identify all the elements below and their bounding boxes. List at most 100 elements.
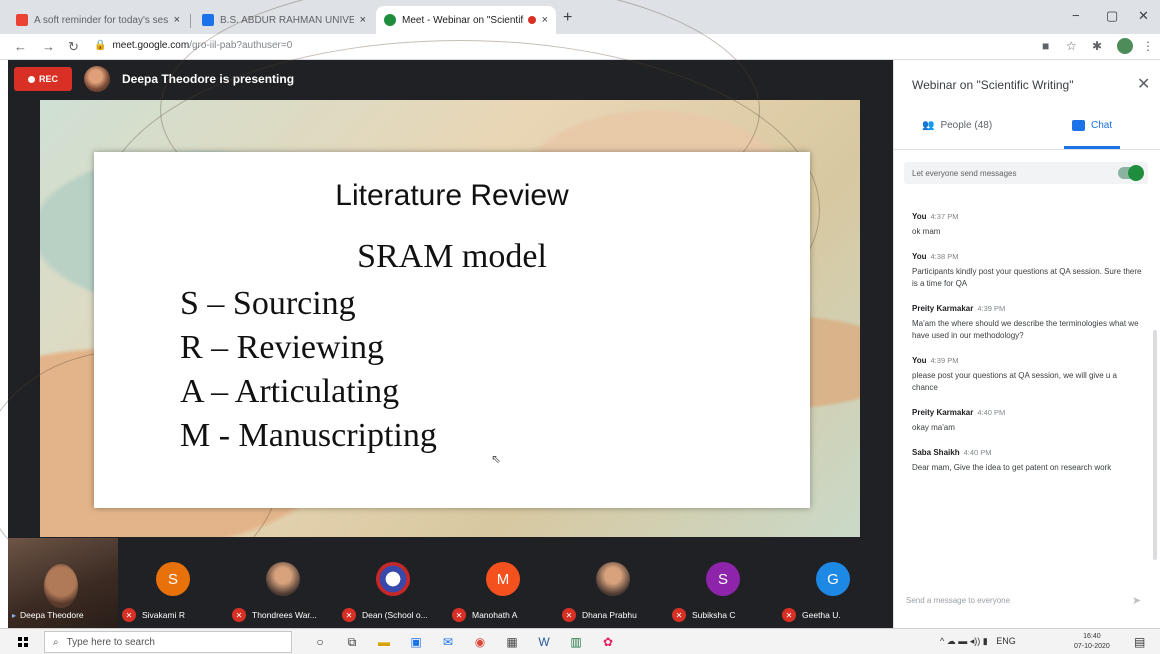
extensions-icon[interactable]: ✱ — [1092, 39, 1102, 53]
store-icon[interactable]: ▣ — [408, 634, 424, 650]
participant-name: Subiksha C — [692, 610, 736, 620]
message-time: 4:39 PM — [930, 356, 959, 365]
close-icon[interactable]: × — [174, 14, 180, 26]
chat-scrollbar[interactable] — [1153, 330, 1157, 560]
meeting-title: Webinar on "Scientific Writing" — [912, 78, 1074, 92]
slide-item: R – Reviewing — [180, 329, 384, 366]
forward-icon[interactable]: → — [42, 39, 55, 54]
participant-tile[interactable]: ✕ Dhana Prabhu — [558, 538, 668, 628]
mail-icon[interactable]: ✉ — [440, 634, 456, 650]
clock-time: 16:40 — [1083, 633, 1101, 640]
message-text: okay ma'am — [912, 423, 955, 432]
bookmark-star-icon[interactable]: ☆ — [1066, 39, 1077, 53]
mic-off-icon: ✕ — [232, 608, 246, 622]
maximize-button[interactable]: ▢ — [1106, 8, 1118, 24]
message-time: 4:37 PM — [930, 212, 959, 221]
mic-off-icon: ✕ — [452, 608, 466, 622]
message-time: 4:39 PM — [977, 304, 1006, 313]
participant-label: ✕ Dean (School o... — [338, 606, 448, 624]
chat-messages: You 4:37 PM ok mam You 4:38 PM Participant… — [912, 212, 1142, 488]
chat-message: You 4:38 PM Participants kindly post your… — [912, 252, 1142, 290]
participant-tile[interactable]: S ✕ Sivakami R — [118, 538, 228, 628]
chrome-icon[interactable]: ◉ — [472, 634, 488, 650]
chat-message: Preity Karmakar 4:39 PM Ma'am the where s… — [912, 304, 1142, 342]
participant-name: Deepa Theodore — [20, 610, 84, 620]
slide-item: S – Sourcing — [180, 285, 356, 322]
mic-off-icon: ✕ — [342, 608, 356, 622]
mic-off-icon: ✕ — [562, 608, 576, 622]
chat-panel: Webinar on "Scientific Writing" ✕ 👥 Peopl… — [893, 60, 1160, 628]
participant-avatar: S — [706, 562, 740, 596]
participant-label: ✕ Manohath A — [448, 606, 558, 624]
taskbar-search-input[interactable]: ⌕ Type here to search — [44, 631, 292, 653]
tray-icons: ^ ☁ ▬ ◂)) ▮ — [940, 636, 988, 646]
participant-label: ✕ Sivakami R — [118, 606, 228, 624]
menu-icon[interactable]: ⋮ — [1142, 39, 1154, 53]
message-text: please post your questions at QA session… — [912, 371, 1117, 392]
participant-name: Dhana Prabhu — [582, 610, 637, 620]
participant-tile[interactable]: ✕ Dean (School o... — [338, 538, 448, 628]
toggle-knob — [1128, 165, 1144, 181]
language-indicator: ENG — [996, 636, 1016, 646]
participant-name: Manohath A — [472, 610, 518, 620]
participant-tile[interactable]: M ✕ Manohath A — [448, 538, 558, 628]
slide-title: Literature Review — [335, 179, 569, 212]
browser-tab-gmail[interactable]: A soft reminder for today's sess × — [8, 6, 188, 34]
mouse-pointer-icon: ⇖ — [491, 452, 502, 466]
participant-tile[interactable]: ✕ Thondrees War... — [228, 538, 338, 628]
task-view-icon[interactable]: ⧉ — [344, 634, 360, 650]
windows-start-icon[interactable] — [18, 637, 28, 647]
participant-name: Geetha U. — [802, 610, 841, 620]
permission-label: Let everyone send messages — [912, 168, 1017, 178]
send-icon[interactable]: ➤ — [1132, 594, 1141, 607]
rec-label: REC — [38, 74, 58, 84]
file-explorer-icon[interactable]: ▬ — [376, 634, 392, 650]
word-icon[interactable]: W — [536, 634, 552, 650]
tab-people[interactable]: 👥 People (48) — [922, 120, 992, 131]
cortana-icon[interactable]: ○ — [312, 634, 328, 650]
profile-avatar[interactable] — [1117, 38, 1133, 54]
chat-message: You 4:39 PM please post your questions at… — [912, 356, 1142, 394]
close-panel-button[interactable]: ✕ — [1137, 74, 1150, 94]
participant-avatar — [596, 562, 630, 596]
people-icon: 👥 — [922, 120, 935, 131]
taskbar-clock[interactable]: 16:40 07-10-2020 — [1074, 632, 1110, 652]
participant-tile[interactable]: G ✕ Geetha U. — [778, 538, 888, 628]
app-icon[interactable]: ▥ — [568, 634, 584, 650]
message-input[interactable]: Send a message to everyone — [906, 596, 1010, 605]
participant-tile[interactable]: S ✕ Subiksha C — [668, 538, 778, 628]
presentation-slide: Literature Review SRAM model S – Sourcin… — [94, 152, 810, 508]
presenter-avatar — [84, 66, 110, 92]
participant-avatar: S — [156, 562, 190, 596]
url-host: meet.google.com — [112, 40, 190, 51]
participant-label: ✕ Thondrees War... — [228, 606, 338, 624]
message-text: Participants kindly post your questions … — [912, 267, 1142, 288]
reload-icon[interactable]: ↻ — [68, 39, 79, 55]
app-icon[interactable]: ▦ — [504, 634, 520, 650]
slide-subtitle: SRAM model — [357, 238, 547, 275]
mic-off-icon: ✕ — [782, 608, 796, 622]
tab-chat[interactable]: Chat — [1072, 120, 1112, 131]
minimize-button[interactable]: − — [1072, 8, 1080, 23]
chat-message: Saba Shaikh 4:40 PM Dear mam, Give the id… — [912, 448, 1142, 474]
app-icon[interactable]: ✿ — [600, 634, 616, 650]
participant-label: ✕ Geetha U. — [778, 606, 888, 624]
tab-label: People (48) — [940, 120, 993, 131]
message-sender: You — [912, 356, 927, 365]
back-icon[interactable]: ← — [14, 39, 27, 54]
chat-message: You 4:37 PM ok mam — [912, 212, 1142, 238]
lock-icon: 🔒 — [94, 40, 107, 51]
participant-name: Thondrees War... — [252, 610, 317, 620]
close-window-button[interactable]: ✕ — [1138, 8, 1149, 24]
message-sender: Preity Karmakar — [912, 304, 974, 313]
notifications-icon[interactable]: ▤ — [1134, 635, 1145, 649]
system-tray[interactable]: ^ ☁ ▬ ◂)) ▮ ENG — [940, 636, 1016, 647]
participant-label: ▸ Deepa Theodore — [8, 606, 118, 624]
camera-icon[interactable]: ■ — [1042, 39, 1049, 53]
slide-list: S – Sourcing R – Reviewing A – Articulat… — [180, 282, 437, 458]
chat-permission-row: Let everyone send messages — [904, 162, 1148, 184]
participant-tile-self[interactable]: ▸ Deepa Theodore — [8, 538, 118, 628]
video-feed — [44, 564, 78, 608]
participant-avatar: G — [816, 562, 850, 596]
send-messages-toggle[interactable] — [1118, 165, 1144, 181]
